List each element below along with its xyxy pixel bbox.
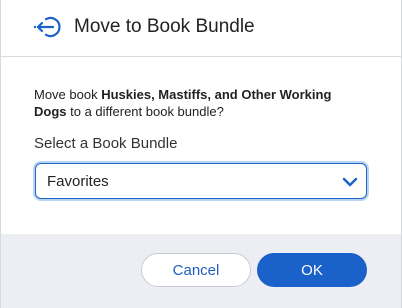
move-to-book-bundle-dialog: Move to Book Bundle Move book Huskies, M…: [0, 0, 402, 308]
bundle-select-value: Favorites: [47, 173, 109, 190]
message-prefix: Move book: [34, 87, 102, 102]
move-arrow-icon: [33, 14, 63, 40]
bundle-select[interactable]: Favorites: [35, 163, 367, 199]
dialog-header: Move to Book Bundle: [1, 0, 401, 57]
message-suffix: to a different book bundle?: [66, 104, 224, 119]
cancel-button[interactable]: Cancel: [141, 253, 251, 287]
move-message: Move book Huskies, Mastiffs, and Other W…: [34, 86, 364, 120]
ok-button[interactable]: OK: [257, 253, 367, 287]
bundle-select-label: Select a Book Bundle: [34, 135, 178, 152]
chevron-down-icon[interactable]: [342, 175, 358, 187]
dialog-footer: Cancel OK: [1, 234, 401, 308]
dialog-title: Move to Book Bundle: [74, 16, 255, 37]
dialog-body: Move book Huskies, Mastiffs, and Other W…: [1, 57, 401, 234]
